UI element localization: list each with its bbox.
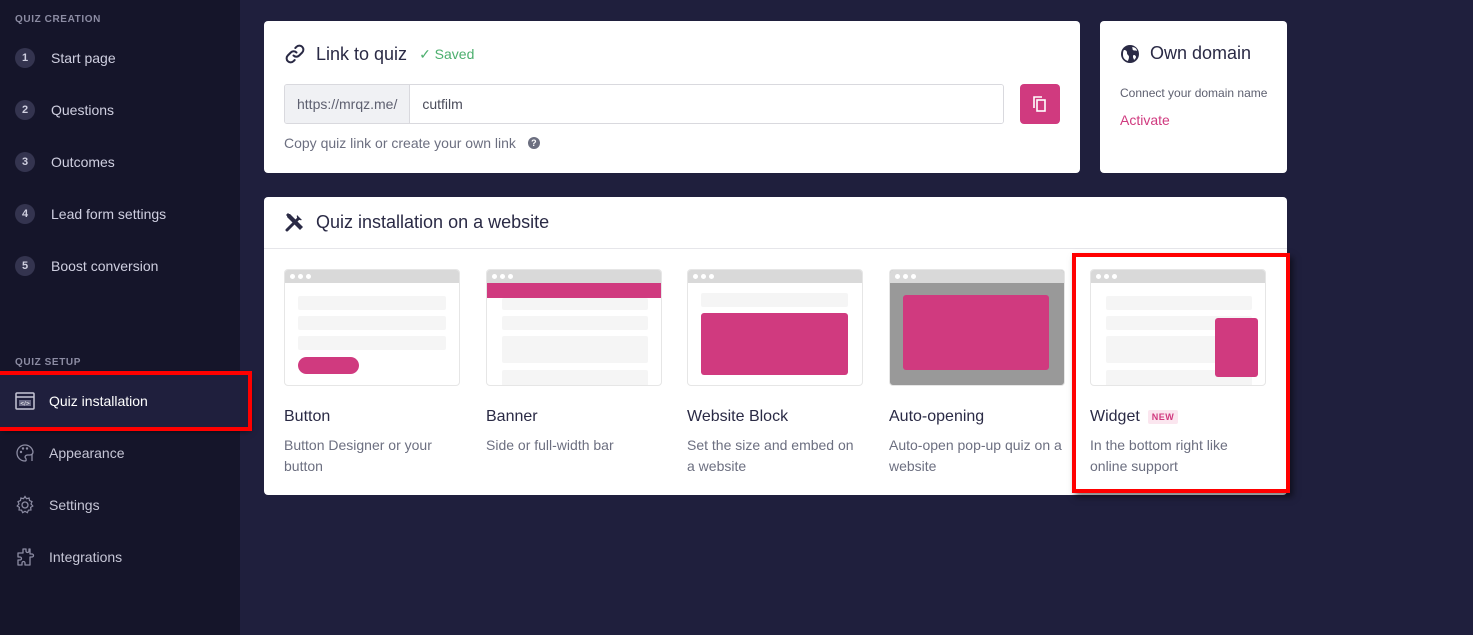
quiz-slug-input[interactable] — [410, 85, 1003, 123]
sidebar-item-label: Outcomes — [51, 154, 115, 170]
own-domain-card: Own domain Connect your domain name Acti… — [1100, 21, 1287, 173]
copy-link-button[interactable] — [1020, 84, 1060, 124]
install-option-banner[interactable]: Banner Side or full-width bar — [486, 269, 664, 456]
link-helper: Copy quiz link or create your own link ? — [284, 135, 540, 151]
auto-opening-preview-image — [889, 269, 1065, 386]
globe-icon — [1120, 44, 1140, 64]
banner-preview-image — [486, 269, 662, 386]
domain-subtitle: Connect your domain name — [1120, 86, 1268, 100]
sidebar-item-label: Appearance — [49, 445, 125, 461]
step-number-badge: 2 — [15, 100, 35, 120]
option-description: In the bottom right like online support — [1090, 437, 1228, 474]
link-icon — [284, 43, 306, 65]
install-option-button[interactable]: Button Button Designer or your button — [284, 269, 462, 477]
sidebar-item-settings[interactable]: Settings — [15, 493, 100, 517]
quiz-installation-card: Quiz installation on a website Button Bu… — [264, 197, 1287, 495]
sidebar-item-label: Integrations — [49, 549, 123, 565]
link-card-title: Link to quiz — [316, 43, 408, 64]
install-card-title: Quiz installation on a website — [316, 211, 550, 232]
url-prefix: https://mrqz.me/ — [285, 85, 411, 123]
sidebar-item-label: Quiz installation — [49, 393, 148, 409]
link-card-header: Link to quiz ✓ Saved — [284, 43, 474, 65]
option-description: Side or full-width bar — [486, 437, 614, 453]
install-option-auto-opening[interactable]: Auto-opening Auto-open pop-up quiz on a … — [889, 269, 1067, 477]
option-description: Auto-open pop-up quiz on a website — [889, 437, 1062, 474]
option-title: Widget — [1090, 408, 1140, 425]
section-title-quiz-setup: QUIZ SETUP — [15, 357, 82, 368]
link-to-quiz-card: Link to quiz ✓ Saved https://mrqz.me/ Co… — [264, 21, 1080, 173]
sidebar-item-label: Boost conversion — [51, 258, 159, 274]
svg-text:</>: </> — [20, 401, 30, 407]
copy-icon — [1032, 95, 1048, 113]
code-window-icon: </> — [15, 391, 35, 411]
step-number-badge: 4 — [15, 204, 35, 224]
option-description: Button Designer or your button — [284, 437, 432, 474]
website-block-preview-image — [687, 269, 863, 386]
new-badge: NEW — [1147, 410, 1179, 424]
sidebar: QUIZ CREATION 1 Start page 2 Questions 3… — [0, 0, 248, 635]
install-option-website-block[interactable]: Website Block Set the size and embed on … — [687, 269, 865, 477]
option-title: Banner — [486, 408, 538, 425]
button-preview-image — [284, 269, 460, 386]
step-number-badge: 5 — [15, 256, 35, 276]
sidebar-item-quiz-installation[interactable]: </> Quiz installation — [0, 375, 248, 427]
sidebar-item-label: Lead form settings — [51, 206, 167, 222]
sidebar-item-questions[interactable]: 2 Questions — [15, 98, 114, 122]
section-title-quiz-creation: QUIZ CREATION — [15, 14, 101, 25]
saved-status: ✓ Saved — [419, 45, 475, 62]
sidebar-item-outcomes[interactable]: 3 Outcomes — [15, 150, 115, 174]
install-option-widget[interactable]: Widget NEW In the bottom right like onli… — [1090, 269, 1268, 477]
sidebar-item-boost-conversion[interactable]: 5 Boost conversion — [15, 254, 158, 278]
option-description: Set the size and embed on a website — [687, 437, 854, 474]
option-title: Button — [284, 408, 331, 425]
activate-domain-link[interactable]: Activate — [1120, 112, 1170, 128]
step-number-badge: 1 — [15, 48, 35, 68]
sidebar-item-lead-form-settings[interactable]: 4 Lead form settings — [15, 202, 166, 226]
divider — [264, 248, 1287, 249]
helper-text: Copy quiz link or create your own link — [284, 135, 516, 151]
option-title: Auto-opening — [889, 408, 985, 425]
sidebar-item-label: Start page — [51, 50, 116, 66]
sidebar-item-start-page[interactable]: 1 Start page — [15, 46, 116, 70]
domain-card-title: Own domain — [1150, 43, 1252, 63]
domain-card-header: Own domain — [1120, 43, 1251, 64]
tools-icon — [284, 211, 306, 233]
quiz-url-group: https://mrqz.me/ — [284, 84, 1004, 124]
sidebar-item-appearance[interactable]: Appearance — [15, 441, 125, 465]
install-card-header: Quiz installation on a website — [284, 211, 549, 233]
widget-preview-image — [1090, 269, 1266, 386]
sidebar-item-integrations[interactable]: Integrations — [15, 545, 122, 569]
puzzle-icon — [15, 547, 35, 567]
palette-icon — [15, 443, 35, 463]
step-number-badge: 3 — [15, 152, 35, 172]
help-icon[interactable]: ? — [527, 137, 540, 149]
sidebar-item-label: Questions — [51, 102, 115, 118]
option-title: Website Block — [687, 408, 789, 425]
sidebar-item-label: Settings — [49, 497, 100, 513]
gear-icon — [15, 495, 35, 515]
